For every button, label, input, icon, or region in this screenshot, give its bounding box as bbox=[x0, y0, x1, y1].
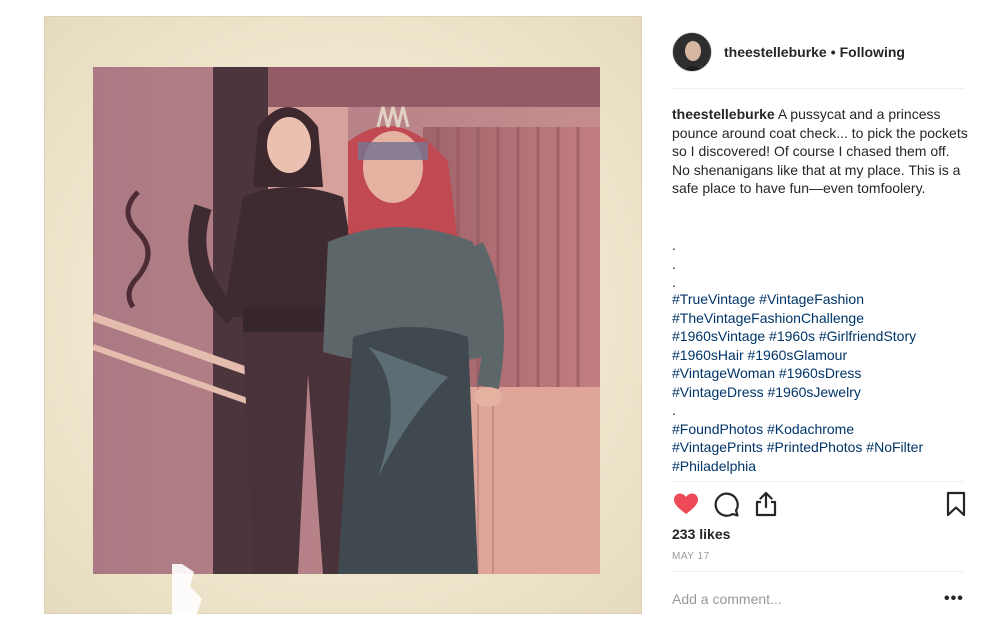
action-bar bbox=[672, 490, 968, 518]
share-icon[interactable] bbox=[752, 490, 780, 518]
header-text: theestelleburke • Following bbox=[724, 44, 905, 60]
hashtag-line[interactable]: #VintageDress #1960sJewelry bbox=[672, 383, 968, 402]
hashtag-line[interactable]: #VintagePrints #PrintedPhotos #NoFilter bbox=[672, 438, 968, 457]
more-options-icon[interactable]: ••• bbox=[944, 590, 964, 608]
photo-illustration bbox=[93, 67, 600, 574]
hashtag-line[interactable]: #VintageWoman #1960sDress bbox=[672, 364, 968, 383]
caption-dot: . bbox=[672, 237, 676, 253]
following-button[interactable]: Following bbox=[840, 44, 905, 60]
post-sidebar: theestelleburke • Following theestelleburk… bbox=[658, 0, 968, 640]
post-header: theestelleburke • Following bbox=[672, 30, 905, 74]
comment-input[interactable] bbox=[672, 588, 922, 610]
caption-dots: . . . bbox=[672, 236, 676, 292]
caption-dot: . bbox=[672, 274, 676, 290]
hashtag-line[interactable]: #Philadelphia bbox=[672, 457, 968, 476]
hashtag-line[interactable]: #TrueVintage #VintageFashion bbox=[672, 290, 968, 309]
username-link[interactable]: theestelleburke bbox=[724, 44, 827, 60]
header-divider bbox=[672, 88, 964, 89]
hashtag-list: #TrueVintage #VintageFashion #TheVintage… bbox=[672, 290, 968, 475]
hashtag-line[interactable]: #1960sVintage #1960s #GirlfriendStory bbox=[672, 327, 968, 346]
post-date: MAY 17 bbox=[672, 551, 710, 562]
heart-icon[interactable] bbox=[672, 490, 700, 518]
photo-tear bbox=[172, 564, 202, 624]
post-photo[interactable] bbox=[44, 16, 642, 624]
vintage-photo-print bbox=[93, 67, 600, 574]
post-caption: theestelleburke A pussycat and a princes… bbox=[672, 105, 968, 198]
bookmark-icon[interactable] bbox=[942, 490, 970, 518]
hashtag-line[interactable]: #TheVintageFashionChallenge bbox=[672, 309, 968, 328]
comment-icon[interactable] bbox=[712, 490, 740, 518]
actions-divider bbox=[672, 481, 964, 482]
caption-dot: . bbox=[672, 255, 676, 272]
header-separator: • bbox=[830, 44, 836, 60]
avatar-image bbox=[673, 33, 711, 71]
avatar[interactable] bbox=[672, 32, 712, 72]
likes-count[interactable]: 233 likes bbox=[672, 526, 730, 542]
caption-username-link[interactable]: theestelleburke bbox=[672, 106, 775, 122]
comment-divider bbox=[672, 571, 964, 572]
hashtag-line[interactable]: #FoundPhotos #Kodachrome bbox=[672, 420, 968, 439]
hashtag-separator-dot: . bbox=[672, 402, 676, 418]
hashtag-line[interactable]: #1960sHair #1960sGlamour bbox=[672, 346, 968, 365]
